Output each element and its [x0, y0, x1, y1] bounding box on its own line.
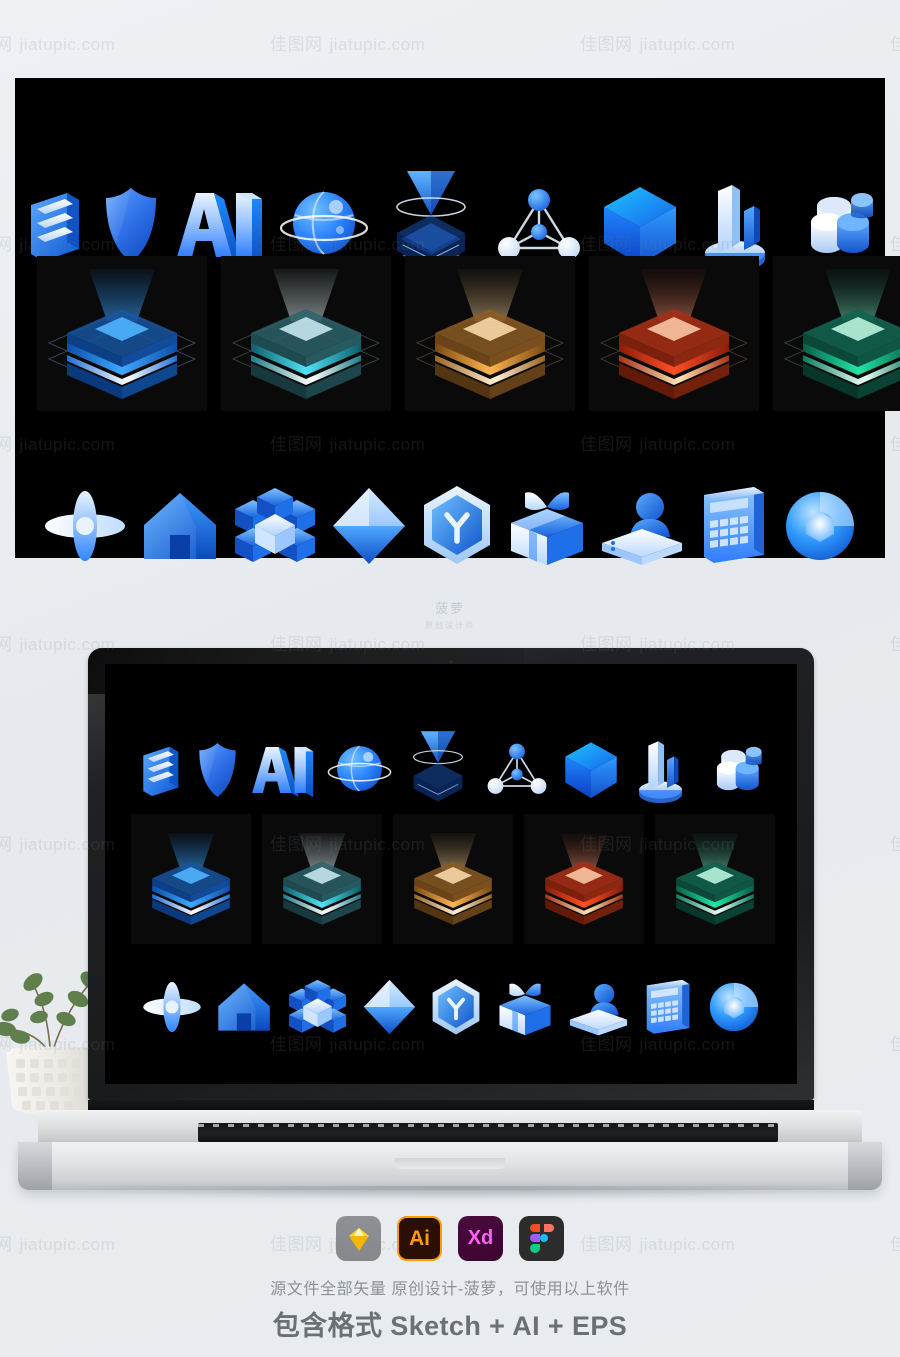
designer-role: 原创设计师	[425, 621, 475, 630]
ai-text-icon	[177, 193, 263, 263]
database-cluster-icon	[716, 746, 762, 790]
gem-circle-icon	[709, 982, 759, 1032]
gem-circle-icon	[786, 492, 854, 560]
shield-icon	[199, 742, 236, 797]
beam-cube-blue-icon	[413, 730, 463, 802]
watermark-text: 佳图网jiatupic.com	[890, 635, 900, 654]
calculator-icon	[647, 979, 690, 1034]
layer-stack-red-cell	[589, 256, 759, 411]
laptop-base-front	[18, 1142, 882, 1190]
preview-row-bottom	[15, 476, 885, 576]
user-profile-icon	[602, 493, 683, 565]
hexagon-badge-icon	[423, 486, 490, 564]
globe-planet-icon	[327, 745, 391, 792]
ai-text-icon	[252, 746, 314, 797]
preview-row-cells	[37, 256, 900, 411]
cube-cluster-icon	[289, 979, 347, 1033]
watermark-text: 佳图网jiatupic.com	[0, 35, 116, 54]
cube-icon	[565, 742, 617, 799]
layer-stack-blue-cell	[131, 814, 251, 944]
document-list-icon	[31, 193, 80, 261]
laptop-mockup	[18, 648, 882, 1200]
layer-stack-red-cell	[524, 814, 644, 944]
designer-name: 菠萝	[434, 601, 465, 616]
gift-box-icon	[499, 983, 551, 1035]
hexagon-badge-icon	[433, 978, 480, 1034]
layer-stack-orange-cell	[405, 256, 575, 411]
xd-app-icon: Xd	[458, 1216, 503, 1261]
user-profile-icon	[569, 983, 627, 1035]
layer-stack-orange-cell	[393, 814, 513, 944]
diamond-icon	[333, 488, 406, 564]
illustrator-app-icon: Ai	[397, 1216, 442, 1261]
watermark-text: 佳图网jiatupic.com	[890, 35, 900, 54]
diamond-icon	[363, 979, 415, 1035]
orbit-atom-icon	[44, 491, 125, 561]
laptop-keyboard	[198, 1123, 778, 1142]
sketch-app-icon	[336, 1216, 381, 1261]
calculator-icon	[704, 487, 765, 563]
buildings-chart-icon	[639, 740, 683, 803]
house-icon	[218, 983, 271, 1031]
document-list-icon	[143, 746, 179, 796]
layer-stack-green-cell	[773, 256, 900, 411]
house-icon	[143, 493, 216, 559]
screen-row-bottom	[105, 964, 797, 1050]
laptop-screen	[105, 664, 797, 1084]
molecule-network-icon	[498, 189, 581, 259]
layer-stack-green-cell	[655, 814, 775, 944]
watermark-text: 佳图网jiatupic.com	[580, 35, 736, 54]
screen-row-cells	[131, 814, 775, 944]
watermark-text: 佳图网jiatupic.com	[890, 835, 900, 854]
watermark-text: 佳图网jiatupic.com	[890, 1035, 900, 1054]
molecule-network-icon	[487, 743, 547, 794]
watermark-text: 佳图网jiatupic.com	[890, 435, 900, 454]
compatible-apps: Ai Xd	[0, 1216, 900, 1261]
screen-row-top	[105, 722, 797, 817]
layer-stack-teal-cell	[221, 256, 391, 411]
watermark-text: 佳图网jiatupic.com	[890, 235, 900, 254]
footer: Ai Xd 源文件全部矢量 原创设计-菠萝，可使用以上软件 包含格式 Sketc…	[0, 1216, 900, 1343]
cube-cluster-icon	[235, 488, 316, 562]
footer-subtitle: 源文件全部矢量 原创设计-菠萝，可使用以上软件	[270, 1281, 630, 1298]
globe-planet-icon	[279, 191, 368, 255]
layer-stack-blue-cell	[37, 256, 207, 411]
watermark-text: 佳图网jiatupic.com	[270, 35, 426, 54]
laptop-base-top	[38, 1110, 862, 1144]
footer-title: 包含格式 Sketch + AI + EPS	[272, 1311, 628, 1341]
figma-app-icon	[519, 1216, 564, 1261]
laptop-lid-notch	[395, 1158, 505, 1169]
laptop-shadow	[60, 1186, 840, 1200]
orbit-atom-icon	[143, 981, 201, 1033]
preview-panel	[15, 78, 900, 565]
laptop-lid	[88, 648, 814, 1100]
layer-stack-teal-cell	[262, 814, 382, 944]
gift-box-icon	[510, 492, 583, 565]
shield-icon	[105, 188, 156, 262]
designer-caption: 菠萝 原创设计师	[0, 598, 900, 631]
